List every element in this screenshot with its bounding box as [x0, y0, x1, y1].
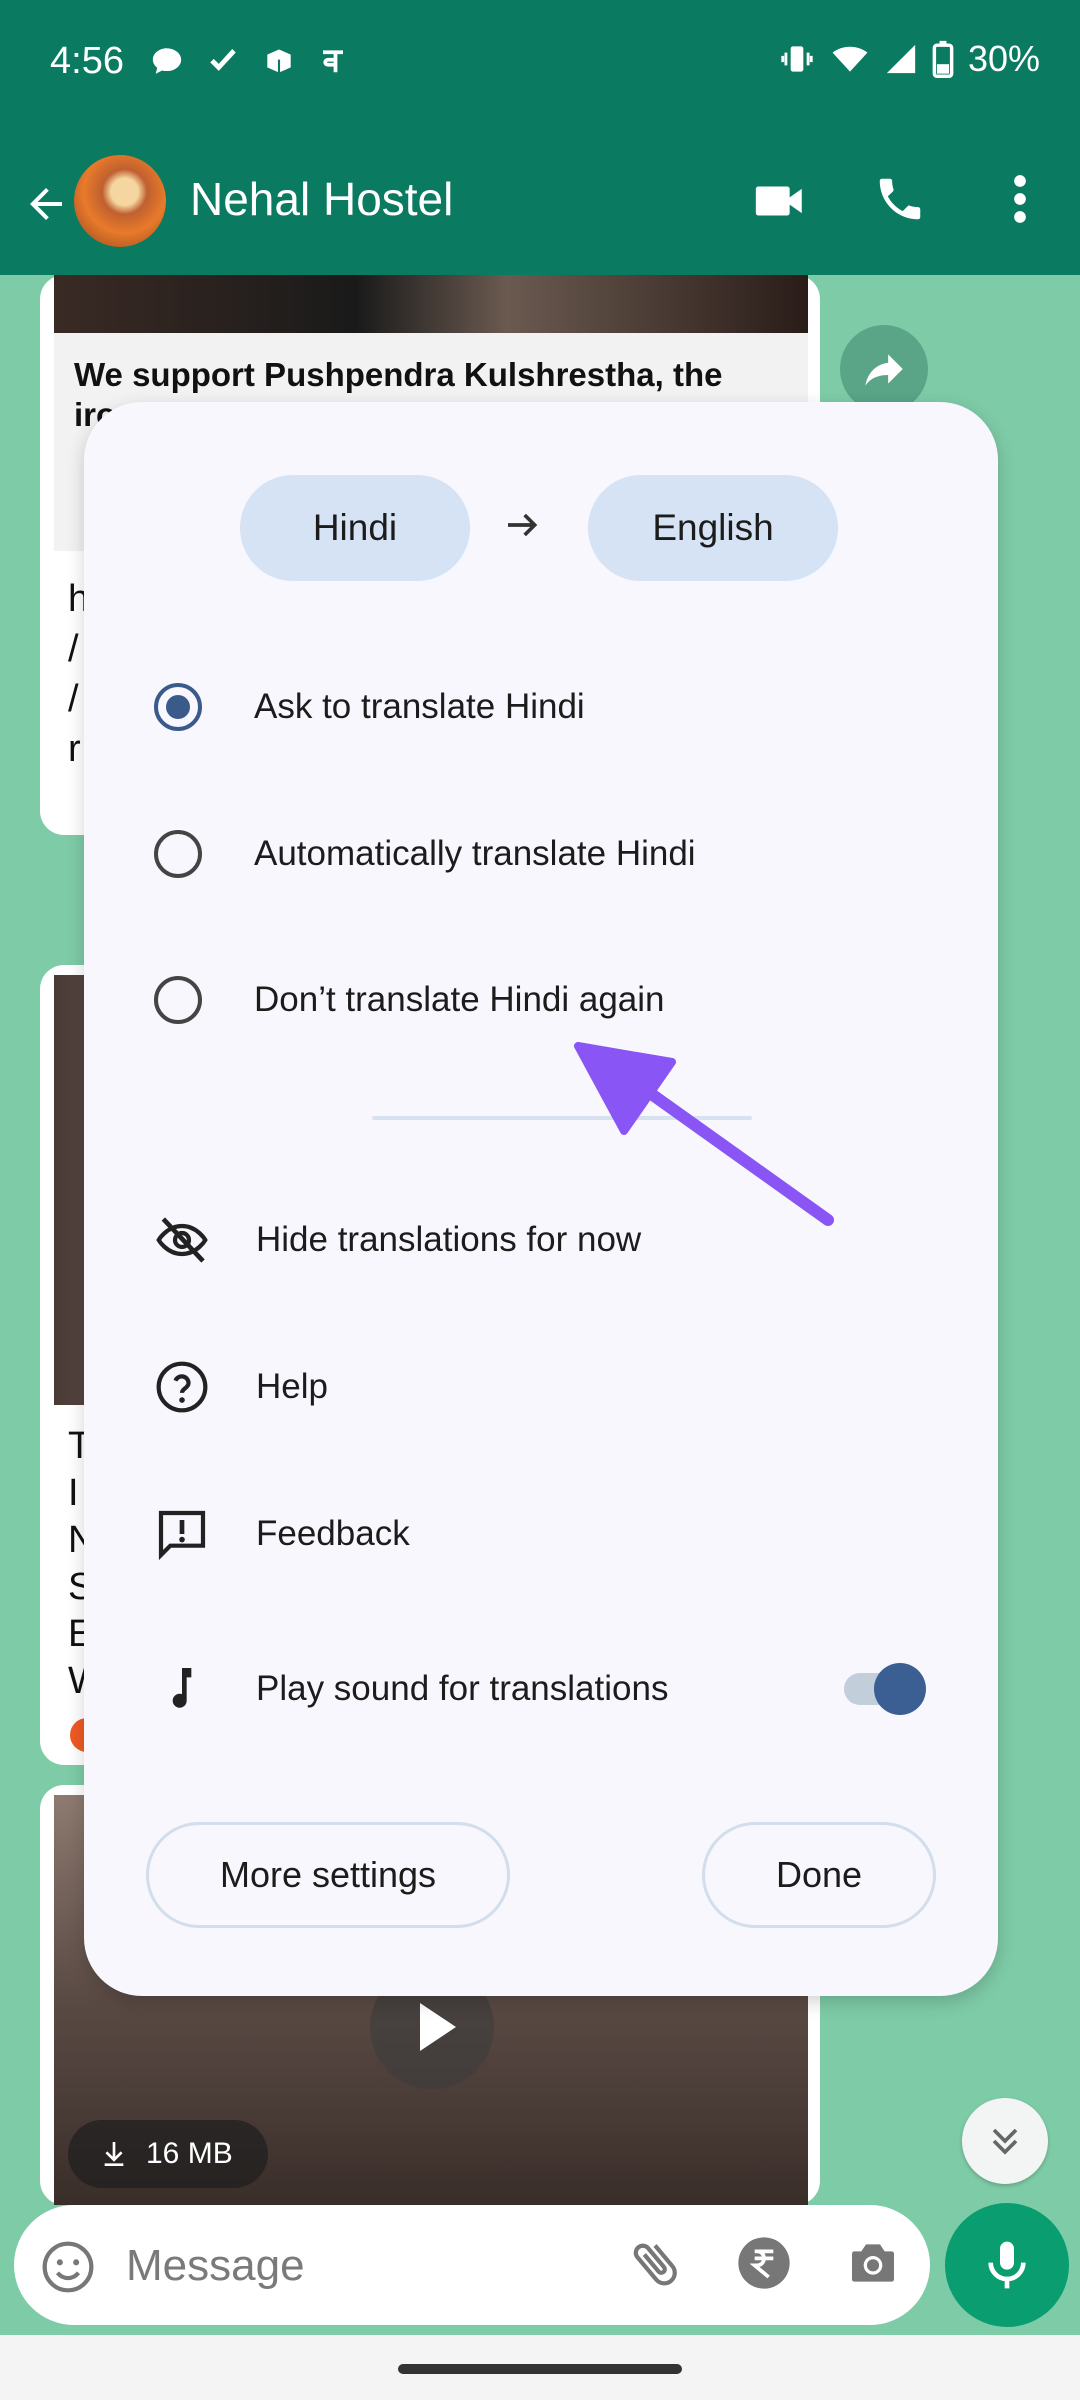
menu-label: Play sound for translations [256, 1669, 669, 1708]
rupee-payment-icon[interactable] [736, 2235, 792, 2291]
check-icon [210, 48, 236, 71]
navigation-bar [0, 2335, 1080, 2400]
vibrate-icon [781, 46, 813, 72]
status-bar: 4:56 30% [0, 0, 1080, 130]
camera-icon[interactable] [844, 2235, 902, 2291]
music-note-icon [154, 1661, 210, 1717]
home-gesture-handle[interactable] [398, 2364, 682, 2374]
option-label: Don’t translate Hindi again [254, 980, 665, 1019]
phonepe-icon [323, 50, 343, 73]
video-call-button[interactable] [720, 172, 840, 230]
help-circle-icon [154, 1359, 210, 1415]
translate-settings-sheet: Hindi English Ask to translate Hindi Aut… [84, 402, 998, 1996]
help-item[interactable]: Help [154, 1339, 984, 1435]
menu-label: Help [256, 1367, 328, 1406]
signal-icon [886, 44, 916, 74]
done-button[interactable]: Done [702, 1822, 936, 1928]
chat-bubble-icon [152, 48, 182, 74]
double-chevron-down-icon [992, 2128, 1018, 2155]
video-camera-icon [755, 186, 802, 216]
option-label: Automatically translate Hindi [254, 834, 696, 873]
avatar[interactable] [74, 155, 166, 247]
scroll-to-bottom-button[interactable] [962, 2098, 1048, 2184]
message-text-fragment: / [68, 628, 79, 670]
chat-title[interactable]: Nehal Hostel [190, 172, 453, 226]
forward-arrow-icon [865, 354, 903, 386]
radio-button-selected[interactable] [154, 683, 202, 731]
target-language-chip[interactable]: English [588, 475, 838, 581]
menu-label: Feedback [256, 1514, 410, 1553]
download-button[interactable]: 16 MB [68, 2120, 268, 2188]
attach-icon[interactable] [628, 2235, 684, 2291]
radio-button[interactable] [154, 976, 202, 1024]
feedback-icon [154, 1506, 210, 1562]
message-text-fragment: / [68, 678, 79, 720]
microphone-icon [988, 2241, 1026, 2289]
voice-message-button[interactable] [945, 2203, 1069, 2327]
file-size: 16 MB [146, 2137, 233, 2170]
download-icon [104, 2142, 124, 2166]
feedback-item[interactable]: Feedback [154, 1486, 984, 1582]
more-settings-button[interactable]: More settings [146, 1822, 510, 1928]
link-preview-image [54, 275, 808, 333]
divider [372, 1116, 752, 1120]
status-time: 4:56 [50, 40, 124, 82]
source-language-chip[interactable]: Hindi [240, 475, 470, 581]
arrow-right-icon [508, 513, 538, 537]
option-auto-translate[interactable]: Automatically translate Hindi [154, 809, 934, 899]
radio-button[interactable] [154, 830, 202, 878]
battery-percent: 30% [967, 38, 1040, 79]
hide-translations-item[interactable]: Hide translations for now [154, 1192, 984, 1288]
emoji-icon[interactable] [40, 2239, 96, 2295]
option-ask-to-translate[interactable]: Ask to translate Hindi [154, 662, 934, 752]
sound-toggle[interactable] [844, 1659, 928, 1719]
wifi-icon [832, 46, 868, 72]
forward-button[interactable] [840, 325, 928, 413]
menu-label: Hide translations for now [256, 1220, 642, 1259]
phone-icon [879, 178, 921, 220]
message-input[interactable] [124, 2233, 548, 2299]
battery-icon [932, 40, 954, 78]
eye-off-icon [154, 1212, 210, 1268]
more-vertical-icon [1014, 175, 1026, 223]
back-arrow-icon[interactable] [22, 180, 70, 228]
voice-call-button[interactable] [840, 172, 960, 230]
app-bar: Nehal Hostel [0, 130, 1080, 275]
toggle-thumb [874, 1663, 926, 1715]
option-dont-translate[interactable]: Don’t translate Hindi again [154, 955, 934, 1045]
message-text-fragment: I [68, 1472, 79, 1514]
option-label: Ask to translate Hindi [254, 687, 585, 726]
box-icon [265, 47, 293, 75]
notification-icons [150, 44, 348, 78]
system-icons: 30% [778, 38, 1040, 80]
message-text-fragment: r [68, 728, 81, 770]
message-composer [14, 2205, 930, 2325]
more-options-button[interactable] [960, 172, 1080, 230]
